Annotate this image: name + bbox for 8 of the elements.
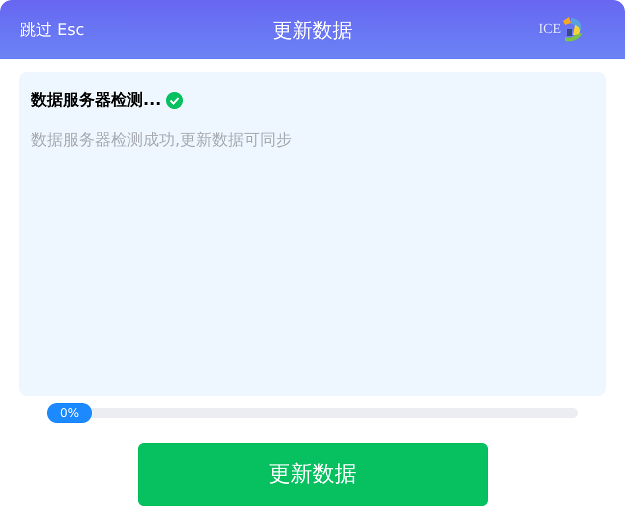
window-title: 更新数据 xyxy=(272,16,352,44)
logo-icon xyxy=(561,14,585,44)
status-message: 数据服务器检测成功,更新数据可同步 xyxy=(31,129,294,151)
update-button[interactable]: 更新数据 xyxy=(138,443,488,506)
logo-text: ICE xyxy=(538,21,561,39)
skip-button[interactable]: 跳过 Esc xyxy=(20,18,84,42)
status-title: 数据服务器检测... xyxy=(31,89,162,111)
progress-tooltip: 0% xyxy=(47,403,92,423)
